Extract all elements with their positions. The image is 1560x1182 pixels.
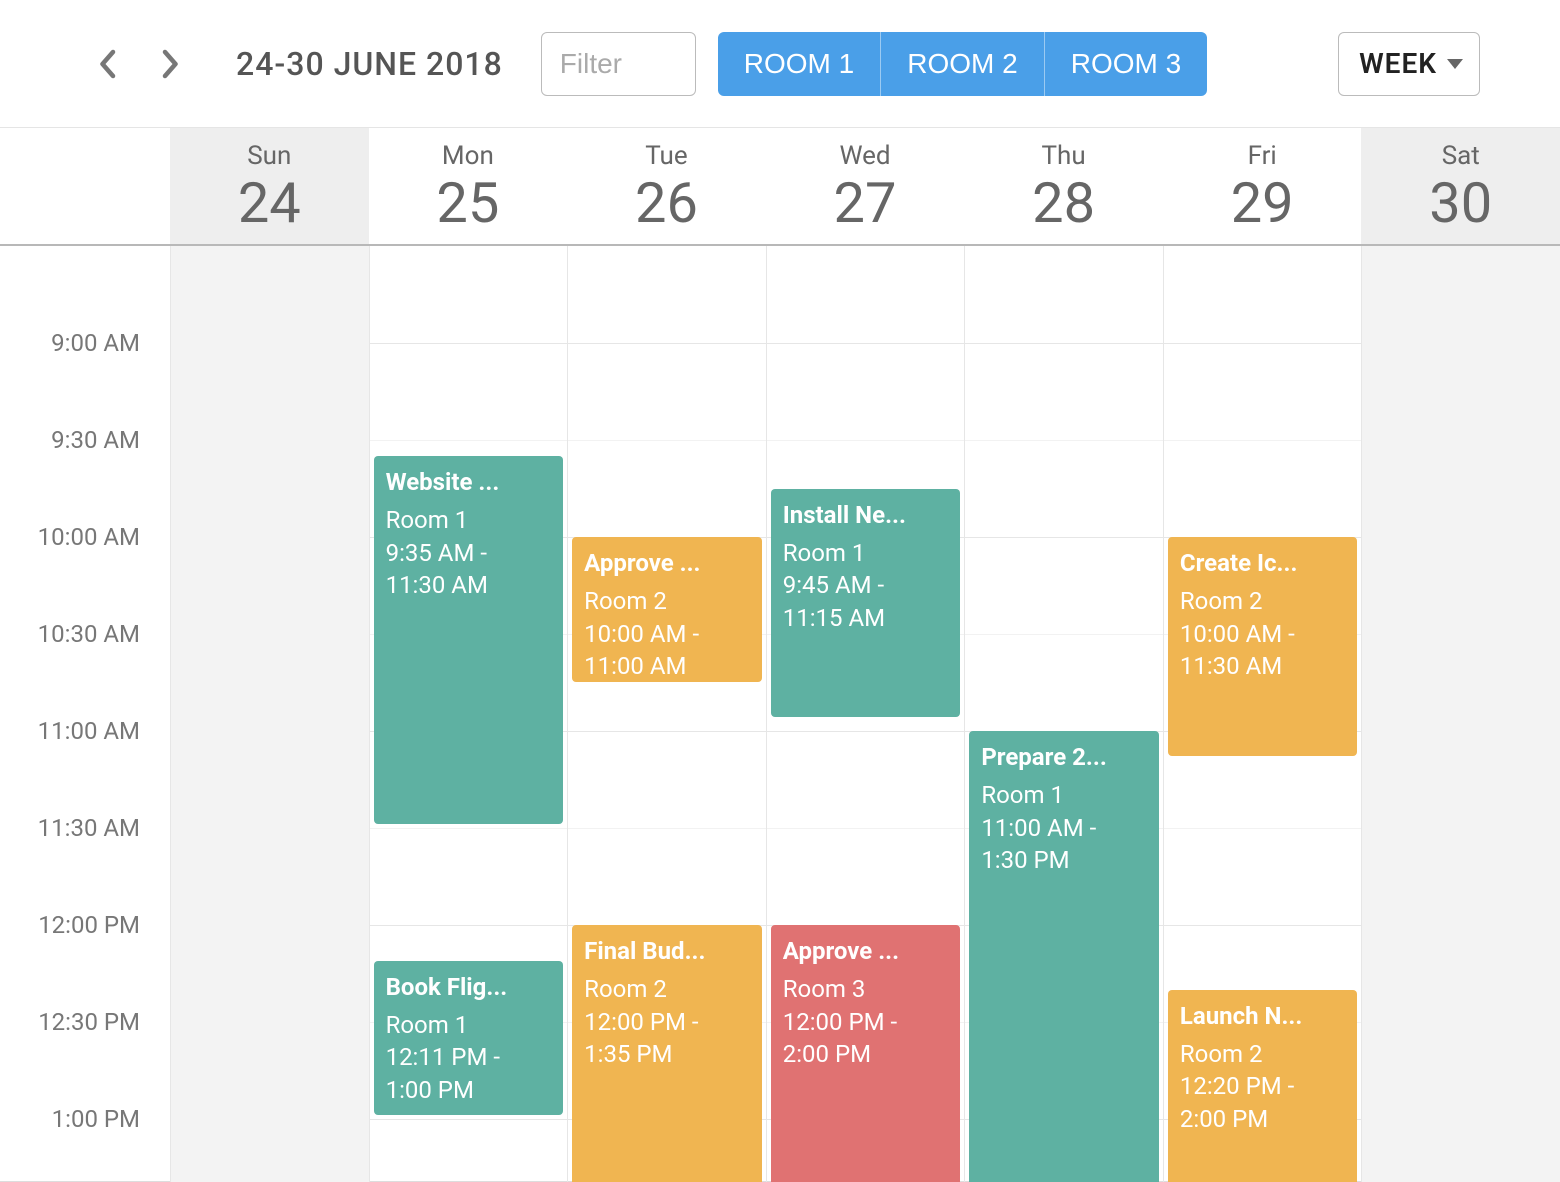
event-time: 12:11 PM - 1:00 PM — [386, 1041, 552, 1106]
day-header-wed[interactable]: Wed 27 — [766, 128, 965, 244]
event-time: 12:00 PM - 1:35 PM — [584, 1006, 750, 1071]
calendar-event[interactable]: Approve ... Room 312:00 PM - 2:00 PM — [771, 925, 961, 1182]
event-time: 9:45 AM - 11:15 AM — [783, 569, 949, 634]
calendar-event[interactable]: Approve ... Room 210:00 AM - 11:00 AM — [572, 537, 762, 682]
day-column-thu[interactable]: Prepare 2... Room 111:00 AM - 1:30 PM — [964, 246, 1163, 1182]
day-column-mon[interactable]: Website ...Room 19:35 AM - 11:30 AMBook … — [369, 246, 568, 1182]
event-time: 12:20 PM - 2:00 PM — [1180, 1070, 1346, 1135]
event-room: Room 1 — [386, 504, 552, 536]
event-room: Room 2 — [1180, 585, 1346, 617]
time-label: 1:00 PM — [52, 1105, 140, 1133]
day-name: Wed — [839, 141, 890, 171]
day-header-sat[interactable]: Sat 30 — [1361, 128, 1560, 244]
day-number: 28 — [1032, 175, 1095, 231]
chevron-right-icon — [161, 49, 181, 79]
day-name: Sat — [1442, 141, 1480, 171]
view-selector[interactable]: WEEK — [1338, 32, 1480, 96]
calendar-grid[interactable]: 9:00 AM 9:30 AM 10:00 AM 10:30 AM 11:00 AM 11… — [0, 246, 1560, 1182]
event-title: Prepare 2... — [981, 741, 1147, 773]
day-name: Thu — [1042, 141, 1086, 171]
day-number: 30 — [1429, 175, 1492, 231]
day-header-mon[interactable]: Mon 25 — [369, 128, 568, 244]
time-label: 10:00 AM — [38, 523, 140, 551]
room-filter-1[interactable]: ROOM 1 — [718, 32, 880, 96]
calendar-event[interactable]: Website ... Room 19:35 AM - 11:30 AM — [374, 456, 564, 824]
view-selector-label: WEEK — [1359, 47, 1437, 80]
room-filter-group: ROOM 1 ROOM 2 ROOM 3 — [718, 32, 1207, 96]
day-header-tue[interactable]: Tue 26 — [567, 128, 766, 244]
event-time: 11:00 AM - 1:30 PM — [981, 812, 1147, 877]
event-room: Room 3 — [783, 973, 949, 1005]
day-number: 25 — [436, 175, 499, 231]
day-header-gutter — [0, 128, 170, 244]
time-gutter: 9:00 AM 9:30 AM 10:00 AM 10:30 AM 11:00 AM 11… — [0, 246, 170, 1182]
day-column-tue[interactable]: Approve ...Room 210:00 AM - 11:00 AMFina… — [567, 246, 766, 1182]
chevron-down-icon — [1447, 59, 1463, 69]
chevron-left-icon — [97, 49, 117, 79]
time-label: 9:30 AM — [51, 426, 140, 454]
event-title: Approve ... — [783, 935, 949, 967]
event-room: Room 1 — [981, 779, 1147, 811]
day-number: 26 — [635, 175, 698, 231]
next-button[interactable] — [144, 37, 198, 91]
event-title: Create Ic... — [1180, 547, 1346, 579]
event-title: Final Bud... — [584, 935, 750, 967]
day-header-fri[interactable]: Fri 29 — [1163, 128, 1362, 244]
event-time: 9:35 AM - 11:30 AM — [386, 537, 552, 602]
event-room: Room 2 — [584, 973, 750, 1005]
event-title: Website ... — [386, 466, 552, 498]
date-range-title: 24-30 JUNE 2018 — [236, 45, 503, 83]
day-number: 27 — [834, 175, 897, 231]
calendar-event[interactable]: Book Flig... Room 112:11 PM - 1:00 PM — [374, 961, 564, 1115]
filter-input[interactable] — [541, 32, 696, 96]
calendar-event[interactable]: Install Ne... Room 19:45 AM - 11:15 AM — [771, 489, 961, 718]
event-time: 10:00 AM - 11:00 AM — [584, 618, 750, 683]
event-time: 10:00 AM - 11:30 AM — [1180, 618, 1346, 683]
event-title: Approve ... — [584, 547, 750, 579]
day-column-sat[interactable] — [1361, 246, 1560, 1182]
day-column-wed[interactable]: Install Ne... Room 19:45 AM - 11:15 AM App… — [766, 246, 965, 1182]
time-label: 12:00 PM — [38, 911, 140, 939]
day-name: Mon — [442, 141, 494, 171]
event-room: Room 2 — [1180, 1038, 1346, 1070]
day-header-sun[interactable]: Sun 24 — [170, 128, 369, 244]
room-filter-3[interactable]: ROOM 3 — [1044, 32, 1207, 96]
time-label: 9:00 AM — [51, 329, 140, 357]
event-room: Room 2 — [584, 585, 750, 617]
day-columns: Website ...Room 19:35 AM - 11:30 AMBook … — [170, 246, 1560, 1182]
event-title: Launch N... — [1180, 1000, 1346, 1032]
day-column-sun[interactable] — [170, 246, 369, 1182]
event-title: Book Flig... — [386, 971, 552, 1003]
day-header-thu[interactable]: Thu 28 — [964, 128, 1163, 244]
day-header-row: Sun 24 Mon 25 Tue 26 Wed 27 Thu 28 Fri 29 Sat 30 — [0, 128, 1560, 246]
room-filter-2[interactable]: ROOM 2 — [880, 32, 1043, 96]
day-number: 24 — [238, 175, 301, 231]
time-label: 11:30 AM — [38, 814, 140, 842]
day-number: 29 — [1231, 175, 1294, 231]
day-name: Tue — [645, 141, 687, 171]
time-label: 11:00 AM — [38, 717, 140, 745]
event-room: Room 1 — [783, 537, 949, 569]
day-name: Sun — [247, 141, 291, 171]
prev-button[interactable] — [80, 37, 134, 91]
event-time: 12:00 PM - 2:00 PM — [783, 1006, 949, 1071]
event-room: Room 1 — [386, 1009, 552, 1041]
time-label: 12:30 PM — [38, 1008, 140, 1036]
time-label: 10:30 AM — [38, 620, 140, 648]
calendar-event[interactable]: Prepare 2... Room 111:00 AM - 1:30 PM — [969, 731, 1159, 1182]
calendar-event[interactable]: Create Ic... Room 210:00 AM - 11:30 AM — [1168, 537, 1358, 756]
calendar-event[interactable]: Launch N... Room 212:20 PM - 2:00 PM — [1168, 990, 1358, 1182]
toolbar: 24-30 JUNE 2018 ROOM 1 ROOM 2 ROOM 3 WEE… — [0, 0, 1560, 128]
calendar-event[interactable]: Final Bud... Room 212:00 PM - 1:35 PM — [572, 925, 762, 1182]
day-name: Fri — [1248, 141, 1277, 171]
event-title: Install Ne... — [783, 499, 949, 531]
day-column-fri[interactable]: Create Ic...Room 210:00 AM - 11:30 AMLau… — [1163, 246, 1362, 1182]
